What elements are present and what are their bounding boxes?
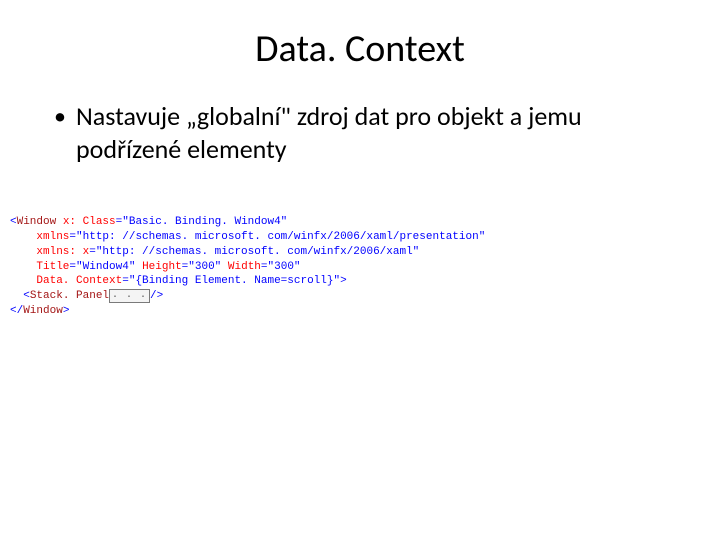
- angle-open-icon: <: [10, 216, 17, 228]
- val-title: "Window4": [76, 261, 135, 273]
- attr-xmlns-x: xmlns: x: [36, 246, 89, 258]
- val-xmlns-x: "http: //schemas. microsoft. com/winfx/2…: [96, 246, 419, 258]
- collapse-box-icon[interactable]: . . .: [109, 289, 150, 303]
- tag-window: Window: [17, 216, 57, 228]
- tag-window-close: Window: [23, 305, 63, 317]
- attr-xmlns: xmlns: [36, 231, 69, 243]
- slide-title: Data. Context: [40, 26, 680, 72]
- val-height: "300": [188, 261, 221, 273]
- bullet-item: • Nastavuje „globalní" zdroj dat pro obj…: [54, 100, 680, 165]
- bullet-text: Nastavuje „globalní" zdroj dat pro objek…: [76, 100, 680, 165]
- code-block: <Window x: Class="Basic. Binding. Window…: [10, 215, 680, 319]
- attr-datacontext: Data. Context: [36, 275, 122, 287]
- angle-close-icon: >: [340, 275, 347, 287]
- tag-stackpanel: Stack. Panel: [30, 290, 109, 302]
- attr-class: x: Class: [63, 216, 116, 228]
- angle-open-icon: <: [23, 290, 30, 302]
- attr-width: Width: [228, 261, 261, 273]
- bullet-dot-icon: •: [54, 102, 66, 132]
- val-xmlns: "http: //schemas. microsoft. com/winfx/2…: [76, 231, 485, 243]
- val-datacontext: "{Binding Element. Name=scroll}": [129, 275, 340, 287]
- attr-height: Height: [142, 261, 182, 273]
- val-width: "300": [268, 261, 301, 273]
- angle-close-icon: >: [63, 305, 70, 317]
- slide: Data. Context • Nastavuje „globalní" zdr…: [0, 0, 720, 540]
- angle-close-slash-icon: </: [10, 305, 23, 317]
- attr-title: Title: [36, 261, 69, 273]
- tag-self-close-icon: />: [150, 290, 163, 302]
- val-class: "Basic. Binding. Window4": [122, 216, 287, 228]
